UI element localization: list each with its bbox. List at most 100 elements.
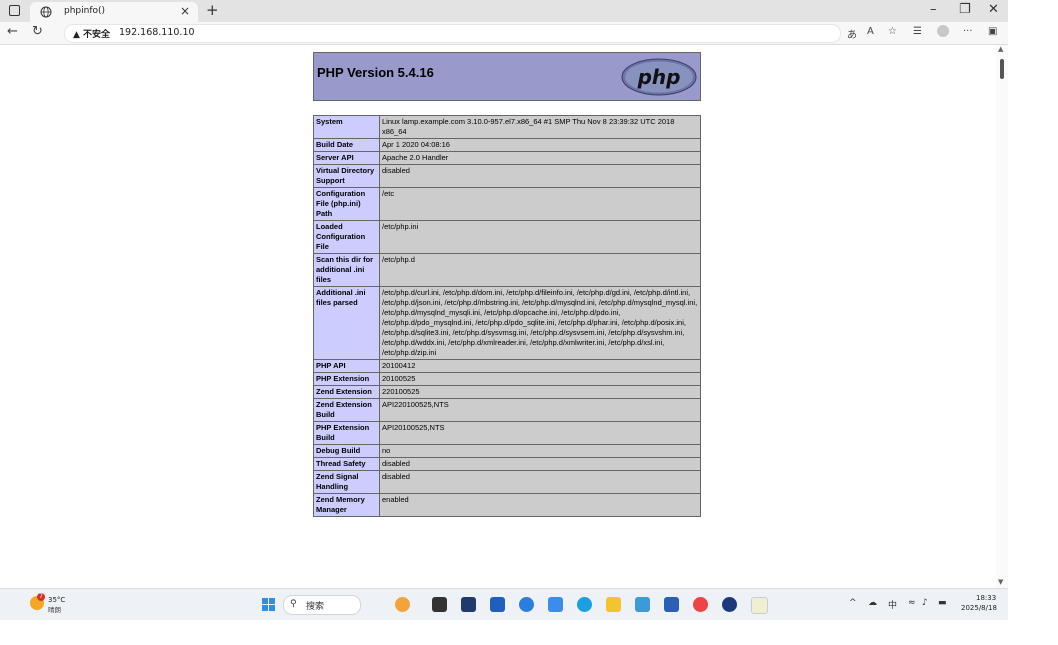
row-value: /etc/php.ini — [379, 220, 701, 254]
app-red-icon[interactable] — [693, 597, 708, 612]
row-value: /etc — [379, 187, 701, 221]
row-key: Thread Safety — [313, 457, 380, 471]
onedrive-icon[interactable]: ☁ — [868, 598, 877, 608]
table-row: Virtual Directory Support disabled — [313, 164, 701, 188]
ime-indicator[interactable]: 中 — [888, 598, 897, 611]
tab-close-button[interactable]: × — [180, 4, 190, 18]
row-value: 20100412 — [379, 359, 701, 373]
app-dark-icon[interactable] — [461, 597, 476, 612]
row-value: Apache 2.0 Handler — [379, 151, 701, 165]
weather-temperature[interactable]: 35°C — [48, 596, 65, 604]
row-key: Server API — [313, 151, 380, 165]
row-key: PHP API — [313, 359, 380, 373]
page-content: PHP Version 5.4.16 php System Linux lamp.… — [0, 45, 996, 588]
row-value: /etc/php.d/curl.ini, /etc/php.d/dom.ini,… — [379, 286, 701, 360]
profile-avatar-icon[interactable] — [937, 25, 949, 37]
php-info-table: System Linux lamp.example.com 3.10.0-957.… — [313, 115, 701, 517]
app-circle-icon[interactable] — [519, 597, 534, 612]
row-key: Zend Memory Manager — [313, 493, 380, 517]
favorites-list-icon[interactable]: ☰ — [913, 26, 922, 37]
row-key: Debug Build — [313, 444, 380, 458]
row-value: disabled — [379, 470, 701, 494]
row-key: PHP Extension Build — [313, 421, 380, 445]
text-app-icon[interactable] — [751, 597, 768, 614]
refresh-icon[interactable]: ↻ — [32, 24, 43, 39]
task-view-icon[interactable] — [432, 597, 447, 612]
tab-bar: phpinfo() × + – ❐ ✕ — [0, 0, 1008, 22]
row-value: disabled — [379, 164, 701, 188]
globe-icon — [40, 6, 52, 18]
windows-start-icon[interactable] — [262, 598, 275, 611]
row-key: Loaded Configuration File — [313, 220, 380, 254]
restore-icon[interactable]: ❐ — [959, 2, 971, 17]
table-row: PHP Extension Build API20100525,NTS — [313, 421, 701, 445]
table-row: Configuration File (php.ini) Path/etc — [313, 187, 701, 221]
volume-icon[interactable]: ♪ — [922, 598, 928, 608]
table-row: PHP Extension 20100525 — [313, 372, 701, 386]
row-key: Zend Signal Handling — [313, 470, 380, 494]
minimize-icon[interactable]: – — [930, 2, 937, 17]
table-row: Loaded Configuration File/etc/php.ini — [313, 220, 701, 254]
row-key: Configuration File (php.ini) Path — [313, 187, 380, 221]
file-explorer-icon[interactable] — [606, 597, 621, 612]
row-key: PHP Extension — [313, 372, 380, 386]
row-key: Build Date — [313, 138, 380, 152]
taskbar: 7 35°C 晴朗 ⚲ 搜索 ^ ☁ 中 ≈ ♪ ▬ 18:33 2025/8/… — [0, 588, 1008, 620]
translate-icon[interactable]: あ — [847, 26, 857, 41]
clock-time[interactable]: 18:33 — [976, 594, 996, 602]
sidebar-toggle-icon[interactable]: ▣ — [988, 26, 997, 37]
row-value: enabled — [379, 493, 701, 517]
store-app-icon[interactable] — [635, 597, 650, 612]
not-secure-indicator[interactable]: ▲ 不安全 — [73, 27, 110, 40]
row-value: Apr 1 2020 04:08:16 — [379, 138, 701, 152]
row-value: /etc/php.d — [379, 253, 701, 287]
php-logo: php — [621, 58, 697, 96]
wifi-icon[interactable]: ≈ — [908, 598, 916, 608]
table-row: Server API Apache 2.0 Handler — [313, 151, 701, 165]
row-key: Zend Extension — [313, 385, 380, 399]
widgets-app-icon[interactable] — [395, 597, 410, 612]
app-blue-icon[interactable] — [490, 597, 505, 612]
scroll-up-icon[interactable]: ▲ — [998, 45, 1003, 53]
row-value: disabled — [379, 457, 701, 471]
scroll-thumb[interactable] — [1000, 59, 1004, 79]
table-row: Zend Memory Manager enabled — [313, 493, 701, 517]
php-version-header: PHP Version 5.4.16 php — [313, 52, 701, 101]
weather-badge: 7 — [37, 593, 45, 601]
tab-phpinfo[interactable]: phpinfo() × — [30, 2, 198, 22]
table-row: Additional .ini files parsed/etc/php.d/c… — [313, 286, 701, 360]
read-aloud-icon[interactable]: A — [867, 26, 874, 37]
tab-actions-icon[interactable] — [9, 5, 20, 16]
back-arrow-icon[interactable]: ← — [7, 24, 18, 39]
table-row: Build Date Apr 1 2020 04:08:16 — [313, 138, 701, 152]
row-value: Linux lamp.example.com 3.10.0-957.el7.x8… — [379, 115, 701, 139]
new-tab-button[interactable]: + — [206, 1, 219, 19]
table-row: Zend Signal Handling disabled — [313, 470, 701, 494]
table-row: Scan this dir for additional .ini files /… — [313, 253, 701, 287]
more-menu-icon[interactable]: ··· — [963, 26, 973, 37]
favorite-star-icon[interactable]: ☆ — [888, 26, 897, 37]
tray-chevron-icon[interactable]: ^ — [849, 598, 857, 608]
taskbar-search[interactable]: ⚲ 搜索 — [283, 595, 361, 615]
table-row: Zend Extension Build API220100525,NTS — [313, 398, 701, 422]
url-text[interactable]: 192.168.110.10 — [119, 27, 195, 38]
screen: phpinfo() × + – ❐ ✕ ← ↻ ▲ 不安全 192.168.11… — [0, 0, 1008, 620]
clock-date[interactable]: 2025/8/18 — [961, 604, 997, 612]
media-app-icon[interactable] — [722, 597, 737, 612]
vertical-scrollbar[interactable]: ▲ ▼ — [996, 45, 1008, 588]
weather-description[interactable]: 晴朗 — [48, 604, 61, 614]
search-icon: ⚲ — [290, 599, 297, 609]
scroll-down-icon[interactable]: ▼ — [998, 578, 1003, 586]
row-key: Zend Extension Build — [313, 398, 380, 422]
navigation-bar: ← ↻ ▲ 不安全 192.168.110.10 あ A ☆ ☰ ··· ▣ — [0, 22, 1008, 45]
row-key: Scan this dir for additional .ini files — [313, 253, 380, 287]
word-app-icon[interactable] — [664, 597, 679, 612]
address-bar[interactable]: ▲ 不安全 192.168.110.10 — [64, 24, 841, 43]
row-value: 20100525 — [379, 372, 701, 386]
edge-browser-icon[interactable] — [577, 597, 592, 612]
battery-icon[interactable]: ▬ — [938, 598, 947, 608]
close-window-icon[interactable]: ✕ — [988, 2, 999, 17]
table-row: System Linux lamp.example.com 3.10.0-957.… — [313, 115, 701, 139]
app-square-icon[interactable] — [548, 597, 563, 612]
table-row: PHP API 20100412 — [313, 359, 701, 373]
